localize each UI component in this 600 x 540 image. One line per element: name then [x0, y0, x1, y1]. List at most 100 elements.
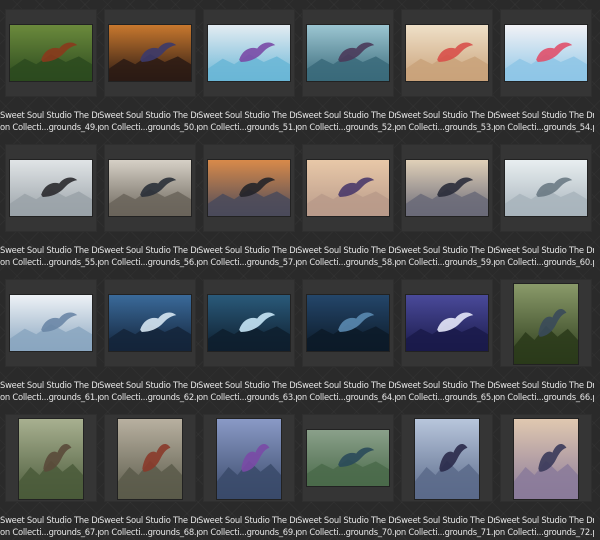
file-name-line2: on Collecti...grounds_61.psd: [0, 392, 99, 402]
thumbnail-image[interactable]: [406, 295, 488, 351]
thumbnail-frame: [203, 279, 295, 367]
thumbnail-image[interactable]: [514, 284, 578, 364]
thumbnail-frame: [5, 414, 97, 502]
thumbnail-image[interactable]: [118, 419, 182, 499]
file-item[interactable]: Sweet Soul Studio The Drag on Collecti...…: [396, 405, 495, 540]
file-name: Sweet Soul Studio The Drag on Collecti...…: [297, 514, 396, 538]
thumbnail-image[interactable]: [19, 419, 83, 499]
file-name-line2: on Collecti...grounds_54.psd: [495, 122, 594, 132]
file-item[interactable]: Sweet Soul Studio The Drag on Collecti...…: [297, 135, 396, 270]
file-item[interactable]: Sweet Soul Studio The Drag on Collecti...…: [396, 270, 495, 405]
file-name-line2: on Collecti...grounds_59.psd: [396, 257, 495, 267]
file-name-line2: on Collecti...grounds_50.psd: [99, 122, 198, 132]
file-name: Sweet Soul Studio The Drag on Collecti...…: [99, 109, 198, 133]
thumbnail-frame: [302, 414, 394, 502]
thumbnail-image[interactable]: [505, 160, 587, 216]
file-name-line2: on Collecti...grounds_55.psd: [0, 257, 99, 267]
file-item[interactable]: Sweet Soul Studio The Drag on Collecti...…: [396, 135, 495, 270]
thumbnail-image[interactable]: [307, 295, 389, 351]
thumbnail-image[interactable]: [307, 160, 389, 216]
thumbnail-frame: [401, 9, 493, 97]
thumbnail-image[interactable]: [109, 295, 191, 351]
thumbnail-frame: [401, 279, 493, 367]
file-item[interactable]: Sweet Soul Studio The Drag on Collecti...…: [99, 0, 198, 135]
file-name-line1: Sweet Soul Studio The Drag: [198, 110, 297, 120]
thumbnail-frame: [302, 279, 394, 367]
file-name-line2: on Collecti...grounds_52.psd: [297, 122, 396, 132]
file-item[interactable]: Sweet Soul Studio The Drag on Collecti...…: [396, 0, 495, 135]
file-name: Sweet Soul Studio The Drag on Collecti...…: [198, 379, 297, 403]
file-name: Sweet Soul Studio The Drag on Collecti...…: [198, 514, 297, 538]
file-item[interactable]: Sweet Soul Studio The Drag on Collecti...…: [99, 135, 198, 270]
file-name-line2: on Collecti...grounds_65.psd: [396, 392, 495, 402]
file-item[interactable]: Sweet Soul Studio The Drag on Collecti...…: [198, 0, 297, 135]
file-name-line2: on Collecti...grounds_72.psd: [495, 527, 594, 537]
file-name-line1: Sweet Soul Studio The Drag: [297, 515, 396, 525]
thumbnail-frame: [302, 144, 394, 232]
thumbnail-frame: [500, 279, 592, 367]
thumbnail-image[interactable]: [208, 295, 290, 351]
file-item[interactable]: Sweet Soul Studio The Drag on Collecti...…: [198, 405, 297, 540]
file-item[interactable]: Sweet Soul Studio The Drag on Collecti...…: [495, 135, 594, 270]
file-item[interactable]: Sweet Soul Studio The Drag on Collecti...…: [495, 0, 594, 135]
file-name-line1: Sweet Soul Studio The Drag: [99, 110, 198, 120]
file-grid: Sweet Soul Studio The Dragon Collecti...…: [0, 0, 600, 537]
file-item[interactable]: Sweet Soul Studio The Drag on Collecti...…: [0, 135, 99, 270]
file-item[interactable]: Sweet Soul Studio The Drag on Collecti...…: [99, 405, 198, 540]
thumbnail-image[interactable]: [208, 160, 290, 216]
thumbnail-image[interactable]: [415, 419, 479, 499]
file-item[interactable]: Sweet Soul Studio The Drag on Collecti...…: [99, 270, 198, 405]
thumbnail-image[interactable]: [10, 25, 92, 81]
file-name-line1: Sweet Soul Studio The Drag: [495, 515, 594, 525]
thumbnail-frame: [203, 144, 295, 232]
file-item[interactable]: Sweet Soul Studio The Drag on Collecti...…: [297, 270, 396, 405]
thumbnail-frame: [104, 414, 196, 502]
file-item[interactable]: Sweet Soul Studio The Drag on Collecti...…: [0, 405, 99, 540]
file-name-line1: Sweet Soul Studio The Drag: [495, 245, 594, 255]
file-name-line2: on Collecti...grounds_63.psd: [198, 392, 297, 402]
file-name-line1: Sweet Soul Studio The Drag: [495, 110, 594, 120]
thumbnail-image[interactable]: [10, 295, 92, 351]
file-item[interactable]: Sweet Soul Studio The Drag on Collecti...…: [297, 405, 396, 540]
file-item[interactable]: Sweet Soul Studio The Drag on Collecti...…: [198, 270, 297, 405]
thumbnail-frame: [302, 9, 394, 97]
file-name-line1: Sweet Soul Studio The Drag: [0, 515, 99, 525]
file-name-line1: Sweet Soul Studio The Drag: [396, 245, 495, 255]
thumbnail-image[interactable]: [514, 419, 578, 499]
thumbnail-image[interactable]: [505, 25, 587, 81]
file-name-line1: Sweet Soul Studio The Drag: [198, 245, 297, 255]
thumbnail-image[interactable]: [406, 160, 488, 216]
file-name: Sweet Soul Studio The Drag on Collecti...…: [0, 109, 99, 133]
thumbnail-image[interactable]: [109, 160, 191, 216]
file-item[interactable]: Sweet Soul Studio The Drag on Collecti...…: [198, 135, 297, 270]
thumbnail-image[interactable]: [10, 160, 92, 216]
file-item[interactable]: Sweet Soul Studio The Drag on Collecti...…: [0, 0, 99, 135]
file-name: Sweet Soul Studio The Drag on Collecti...…: [297, 379, 396, 403]
file-item[interactable]: Sweet Soul Studio The Drag on Collecti...…: [495, 405, 594, 540]
thumbnail-image[interactable]: [307, 430, 389, 486]
thumbnail-image[interactable]: [109, 25, 191, 81]
file-name: Sweet Soul Studio The Drag on Collecti...…: [396, 514, 495, 538]
file-name-line2: on Collecti...grounds_69.psd: [198, 527, 297, 537]
file-item[interactable]: Sweet Soul Studio The Drag on Collecti...…: [297, 0, 396, 135]
thumbnail-frame: [203, 414, 295, 502]
thumbnail-image[interactable]: [208, 25, 290, 81]
thumbnail-image[interactable]: [406, 25, 488, 81]
thumbnail-image[interactable]: [307, 25, 389, 81]
file-name: Sweet Soul Studio The Drag on Collecti...…: [297, 109, 396, 133]
file-name-line1: Sweet Soul Studio The Drag: [396, 110, 495, 120]
file-item[interactable]: Sweet Soul Studio The Drag on Collecti...…: [495, 270, 594, 405]
file-name-line2: on Collecti...grounds_56.psd: [99, 257, 198, 267]
file-name-line1: Sweet Soul Studio The Drag: [198, 515, 297, 525]
file-name-line2: on Collecti...grounds_60.psd: [495, 257, 594, 267]
file-name-line2: on Collecti...grounds_64.psd: [297, 392, 396, 402]
file-name-line2: on Collecti...grounds_51.psd: [198, 122, 297, 132]
thumbnail-frame: [500, 414, 592, 502]
thumbnail-image[interactable]: [217, 419, 281, 499]
file-item[interactable]: Sweet Soul Studio The Drag on Collecti...…: [0, 270, 99, 405]
thumbnail-frame: [203, 9, 295, 97]
thumbnail-frame: [5, 279, 97, 367]
thumbnail-frame: [104, 9, 196, 97]
file-name-line2: on Collecti...grounds_57.psd: [198, 257, 297, 267]
file-name: Sweet Soul Studio The Drag on Collecti...…: [198, 244, 297, 268]
